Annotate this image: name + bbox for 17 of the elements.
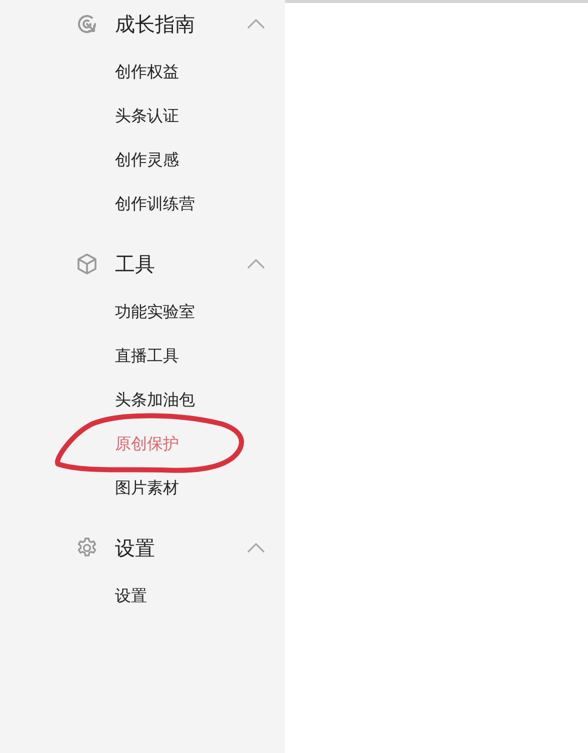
chevron-up-icon[interactable] [247,259,265,269]
menu-item[interactable]: 创作权益 [115,62,179,82]
menu-item[interactable]: 头条认证 [115,106,179,126]
menu-item[interactable]: 创作训练营 [115,194,195,214]
section-title[interactable]: 成长指南 [115,10,247,38]
menu-item[interactable]: 图片素材 [115,478,179,498]
section-title[interactable]: 工具 [115,250,247,278]
menu-item[interactable]: 头条加油包 [115,390,195,410]
menu-item[interactable]: 设置 [115,586,147,606]
section-title[interactable]: 设置 [115,534,247,562]
menu-item[interactable]: 功能实验室 [115,302,195,322]
cube-icon [75,252,99,276]
chevron-up-icon[interactable] [247,19,265,29]
menu-item[interactable]: 创作灵感 [115,150,179,170]
target-icon [75,12,99,36]
chevron-up-icon[interactable] [247,543,265,553]
menu-item[interactable]: 直播工具 [115,346,179,366]
